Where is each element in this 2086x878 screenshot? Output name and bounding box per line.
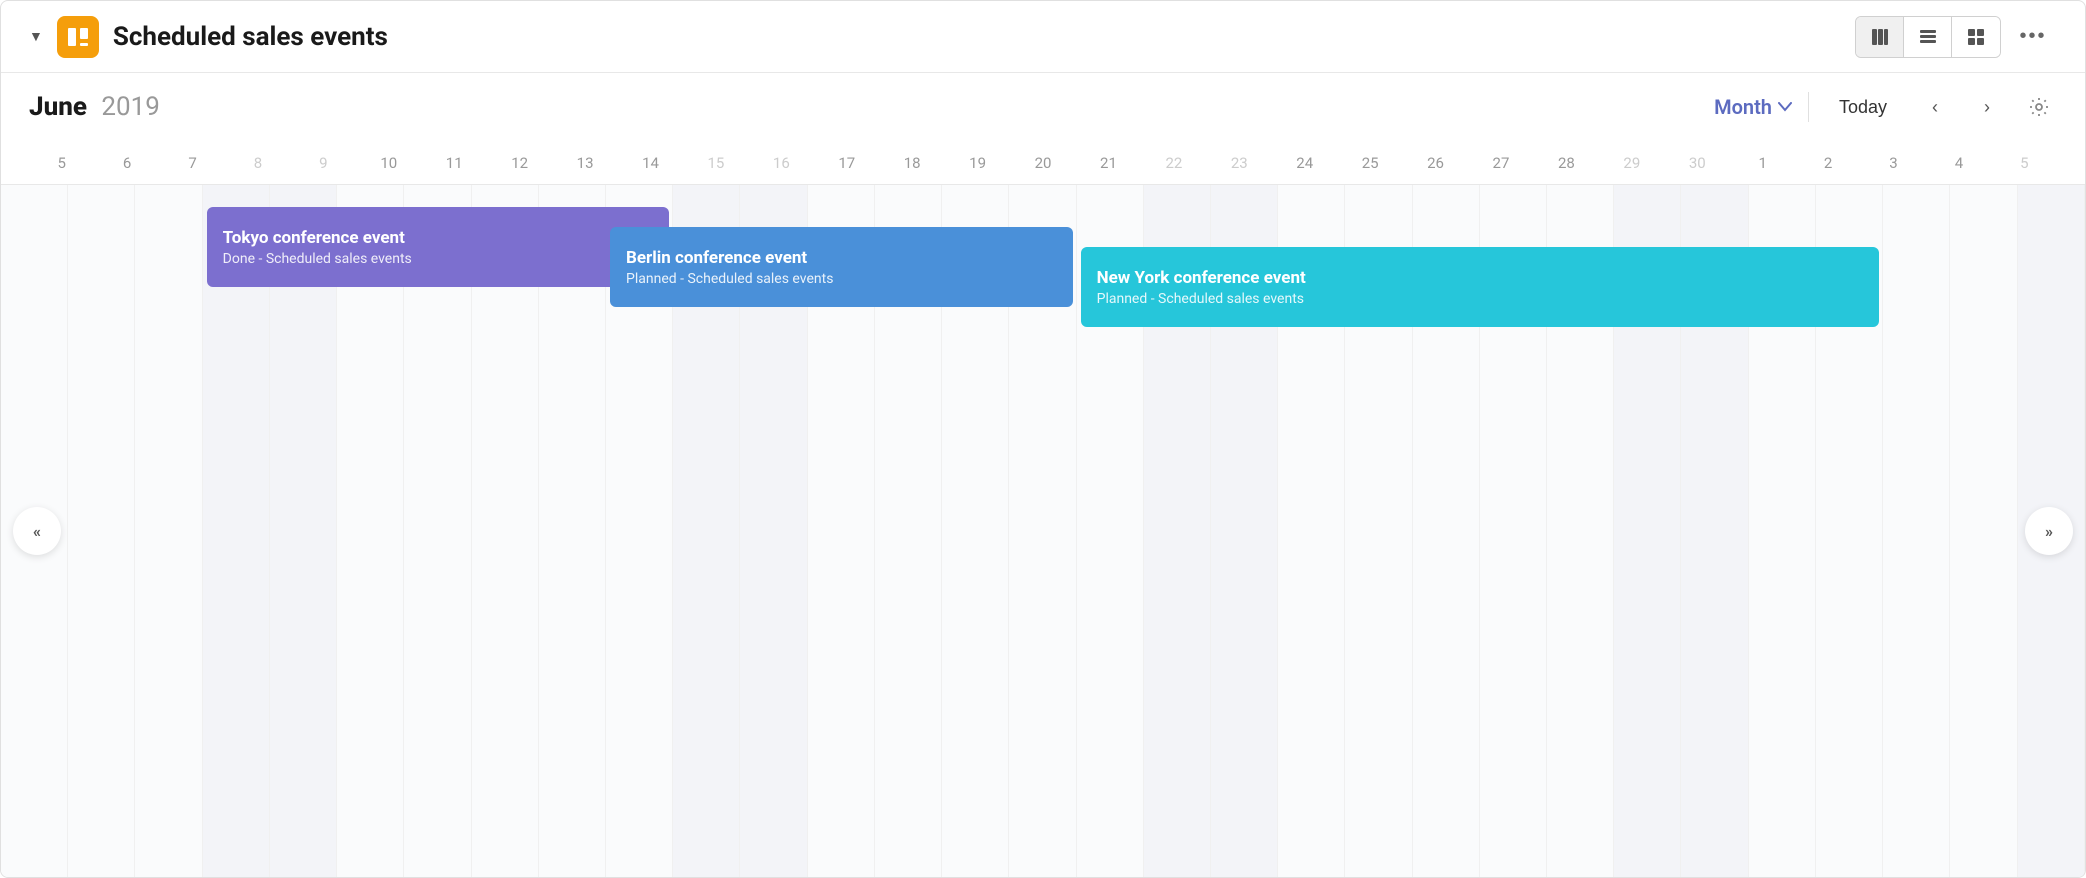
grid-view-btn[interactable] <box>1952 17 2000 57</box>
grid-icon <box>1967 28 1985 46</box>
chevron-left-icon: ‹ <box>1932 97 1938 118</box>
date-cell: 6 <box>94 154 159 172</box>
dropdown-arrow-icon[interactable]: ▼ <box>29 28 43 45</box>
kanban-icon <box>1871 28 1889 46</box>
date-cell: 20 <box>1010 154 1075 172</box>
date-cell: 13 <box>552 154 617 172</box>
page-title: Scheduled sales events <box>113 22 388 52</box>
date-cell: 16 <box>749 154 814 172</box>
settings-icon <box>2028 96 2050 118</box>
logo-icon <box>66 25 90 49</box>
event-subtitle-newyork: Planned - Scheduled sales events <box>1097 291 1864 307</box>
list-view-btn[interactable] <box>1904 17 1952 57</box>
date-cell: 11 <box>422 154 487 172</box>
date-cell: 24 <box>1272 154 1337 172</box>
date-cell: 28 <box>1534 154 1599 172</box>
event-bars: Tokyo conference event Done - Scheduled s… <box>1 185 2085 877</box>
scroll-right-btn[interactable]: » <box>2025 507 2073 555</box>
settings-btn[interactable] <box>2021 89 2057 125</box>
sub-header-controls: Month Today ‹ › <box>1714 89 2057 125</box>
divider <box>1808 92 1809 122</box>
date-cell: 7 <box>160 154 225 172</box>
date-cell: 2 <box>1795 154 1860 172</box>
date-cell: 3 <box>1861 154 1926 172</box>
month-year-display: June 2019 <box>29 92 1714 122</box>
date-cell: 21 <box>1076 154 1141 172</box>
date-cell: 30 <box>1665 154 1730 172</box>
date-cell: 10 <box>356 154 421 172</box>
date-cell: 15 <box>683 154 748 172</box>
date-cell: 26 <box>1403 154 1468 172</box>
date-cell: 1 <box>1730 154 1795 172</box>
events-area: « » Tokyo conference event Done - Schedul… <box>1 185 2085 877</box>
app-logo <box>57 16 99 58</box>
app-container: ▼ Scheduled sales events <box>0 0 2086 878</box>
current-month: June <box>29 92 87 122</box>
sub-header: June 2019 Month Today ‹ › <box>1 73 2085 141</box>
event-title-tokyo: Tokyo conference event <box>223 228 654 248</box>
view-mode-selector[interactable]: Month <box>1714 95 1792 119</box>
chevron-right-icon: › <box>1984 97 1990 118</box>
date-cell: 5 <box>1992 154 2057 172</box>
header-right: ••• <box>1855 16 2057 58</box>
date-cell: 4 <box>1926 154 1991 172</box>
calendar-body: 5678910111213141516171819202122232425262… <box>1 141 2085 877</box>
date-cell: 9 <box>291 154 356 172</box>
next-nav-btn[interactable]: › <box>1969 89 2005 125</box>
date-row: 5678910111213141516171819202122232425262… <box>1 141 2085 185</box>
current-year: 2019 <box>101 92 159 122</box>
date-cell: 22 <box>1141 154 1206 172</box>
view-mode-label: Month <box>1714 95 1772 119</box>
date-cell: 8 <box>225 154 290 172</box>
today-btn[interactable]: Today <box>1825 91 1901 124</box>
list-icon <box>1919 28 1937 46</box>
event-title-berlin: Berlin conference event <box>626 248 1057 268</box>
date-cell: 27 <box>1468 154 1533 172</box>
event-title-newyork: New York conference event <box>1097 268 1864 288</box>
header-left: ▼ Scheduled sales events <box>29 16 1855 58</box>
event-subtitle-tokyo: Done - Scheduled sales events <box>223 251 654 267</box>
date-cell: 23 <box>1207 154 1272 172</box>
date-cell: 14 <box>618 154 683 172</box>
scroll-left-btn[interactable]: « <box>13 507 61 555</box>
date-cell: 29 <box>1599 154 1664 172</box>
chevron-down-icon <box>1778 102 1792 112</box>
more-options-btn[interactable]: ••• <box>2009 17 2057 57</box>
event-bar-berlin[interactable]: Berlin conference event Planned - Schedul… <box>610 227 1073 307</box>
date-cell: 12 <box>487 154 552 172</box>
view-btn-group <box>1855 16 2001 58</box>
date-cell: 19 <box>945 154 1010 172</box>
header: ▼ Scheduled sales events <box>1 1 2085 73</box>
event-bar-newyork[interactable]: New York conference event Planned - Sched… <box>1081 247 1880 327</box>
event-bar-tokyo[interactable]: Tokyo conference event Done - Scheduled s… <box>207 207 670 287</box>
date-cell: 5 <box>29 154 94 172</box>
date-cell: 18 <box>879 154 944 172</box>
kanban-view-btn[interactable] <box>1856 17 1904 57</box>
event-subtitle-berlin: Planned - Scheduled sales events <box>626 271 1057 287</box>
prev-nav-btn[interactable]: ‹ <box>1917 89 1953 125</box>
date-cell: 25 <box>1337 154 1402 172</box>
date-cell: 17 <box>814 154 879 172</box>
